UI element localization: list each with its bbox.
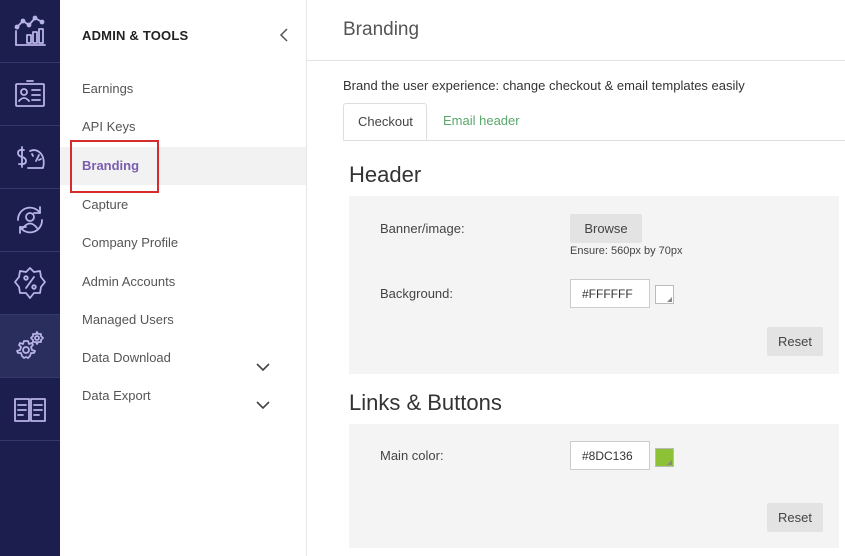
chevron-down-icon[interactable] <box>255 389 271 410</box>
sidebar-item-capture[interactable]: Capture <box>60 186 306 224</box>
background-color-swatch[interactable] <box>655 285 674 304</box>
rail-item-discounts[interactable] <box>0 252 60 315</box>
main-color-input[interactable] <box>570 441 650 470</box>
user-refresh-icon <box>17 206 43 234</box>
gear-settings-icon <box>16 331 44 359</box>
section-title-header: Header <box>349 162 422 187</box>
title-divider <box>307 60 845 61</box>
analytics-chart-icon <box>14 15 46 46</box>
contact-card-icon <box>15 80 45 107</box>
main-color-swatch[interactable] <box>655 448 674 467</box>
sidebar: ADMIN & TOOLS Earnings API Keys Branding… <box>60 0 307 556</box>
banner-image-label: Banner/image: <box>380 221 465 236</box>
icon-rail <box>0 0 60 556</box>
tab-bar: Checkout Email header <box>343 103 845 141</box>
page-description: Brand the user experience: change checko… <box>343 78 745 93</box>
sidebar-item-data-export[interactable]: Data Export <box>60 377 306 415</box>
rail-item-pricing[interactable] <box>0 126 60 189</box>
page-title: Branding <box>343 19 420 40</box>
swatch-dropdown-icon <box>667 460 672 465</box>
sidebar-item-earnings[interactable]: Earnings <box>60 70 306 108</box>
sidebar-item-data-download[interactable]: Data Download <box>60 339 306 377</box>
collapse-sidebar-button[interactable] <box>276 26 294 44</box>
rail-item-contacts[interactable] <box>0 63 60 126</box>
chevron-left-icon <box>279 28 288 42</box>
sidebar-item-company-profile[interactable]: Company Profile <box>60 224 306 262</box>
percent-badge-icon <box>14 267 46 299</box>
tab-email-header[interactable]: Email header <box>429 103 534 140</box>
sidebar-item-managed-users[interactable]: Managed Users <box>60 301 306 339</box>
links-reset-button[interactable]: Reset <box>767 503 823 532</box>
chevron-down-icon[interactable] <box>255 351 271 372</box>
sidebar-item-api-keys[interactable]: API Keys <box>60 108 306 146</box>
background-label: Background: <box>380 286 453 301</box>
sidebar-item-admin-accounts[interactable]: Admin Accounts <box>60 263 306 301</box>
sidebar-title: ADMIN & TOOLS <box>82 28 189 43</box>
tab-checkout[interactable]: Checkout <box>343 103 427 140</box>
rail-item-admin-tools[interactable] <box>0 315 60 378</box>
main-content: Branding Brand the user experience: chan… <box>307 0 845 556</box>
swatch-dropdown-icon <box>667 297 672 302</box>
main-color-label: Main color: <box>380 448 444 463</box>
rail-item-analytics[interactable] <box>0 0 60 63</box>
header-settings-panel: Banner/image: Browse Ensure: 560px by 70… <box>349 196 839 374</box>
rail-item-docs[interactable] <box>0 378 60 441</box>
background-color-input[interactable] <box>570 279 650 308</box>
links-buttons-panel: Main color: Reset <box>349 424 839 548</box>
open-book-icon <box>14 398 46 422</box>
sidebar-item-branding[interactable]: Branding <box>60 147 306 185</box>
banner-size-hint: Ensure: 560px by 70px <box>570 245 683 257</box>
section-title-links-buttons: Links & Buttons <box>349 390 502 415</box>
dollar-speedometer-icon <box>17 146 45 169</box>
rail-item-users[interactable] <box>0 189 60 252</box>
header-reset-button[interactable]: Reset <box>767 327 823 356</box>
browse-button[interactable]: Browse <box>570 214 642 243</box>
